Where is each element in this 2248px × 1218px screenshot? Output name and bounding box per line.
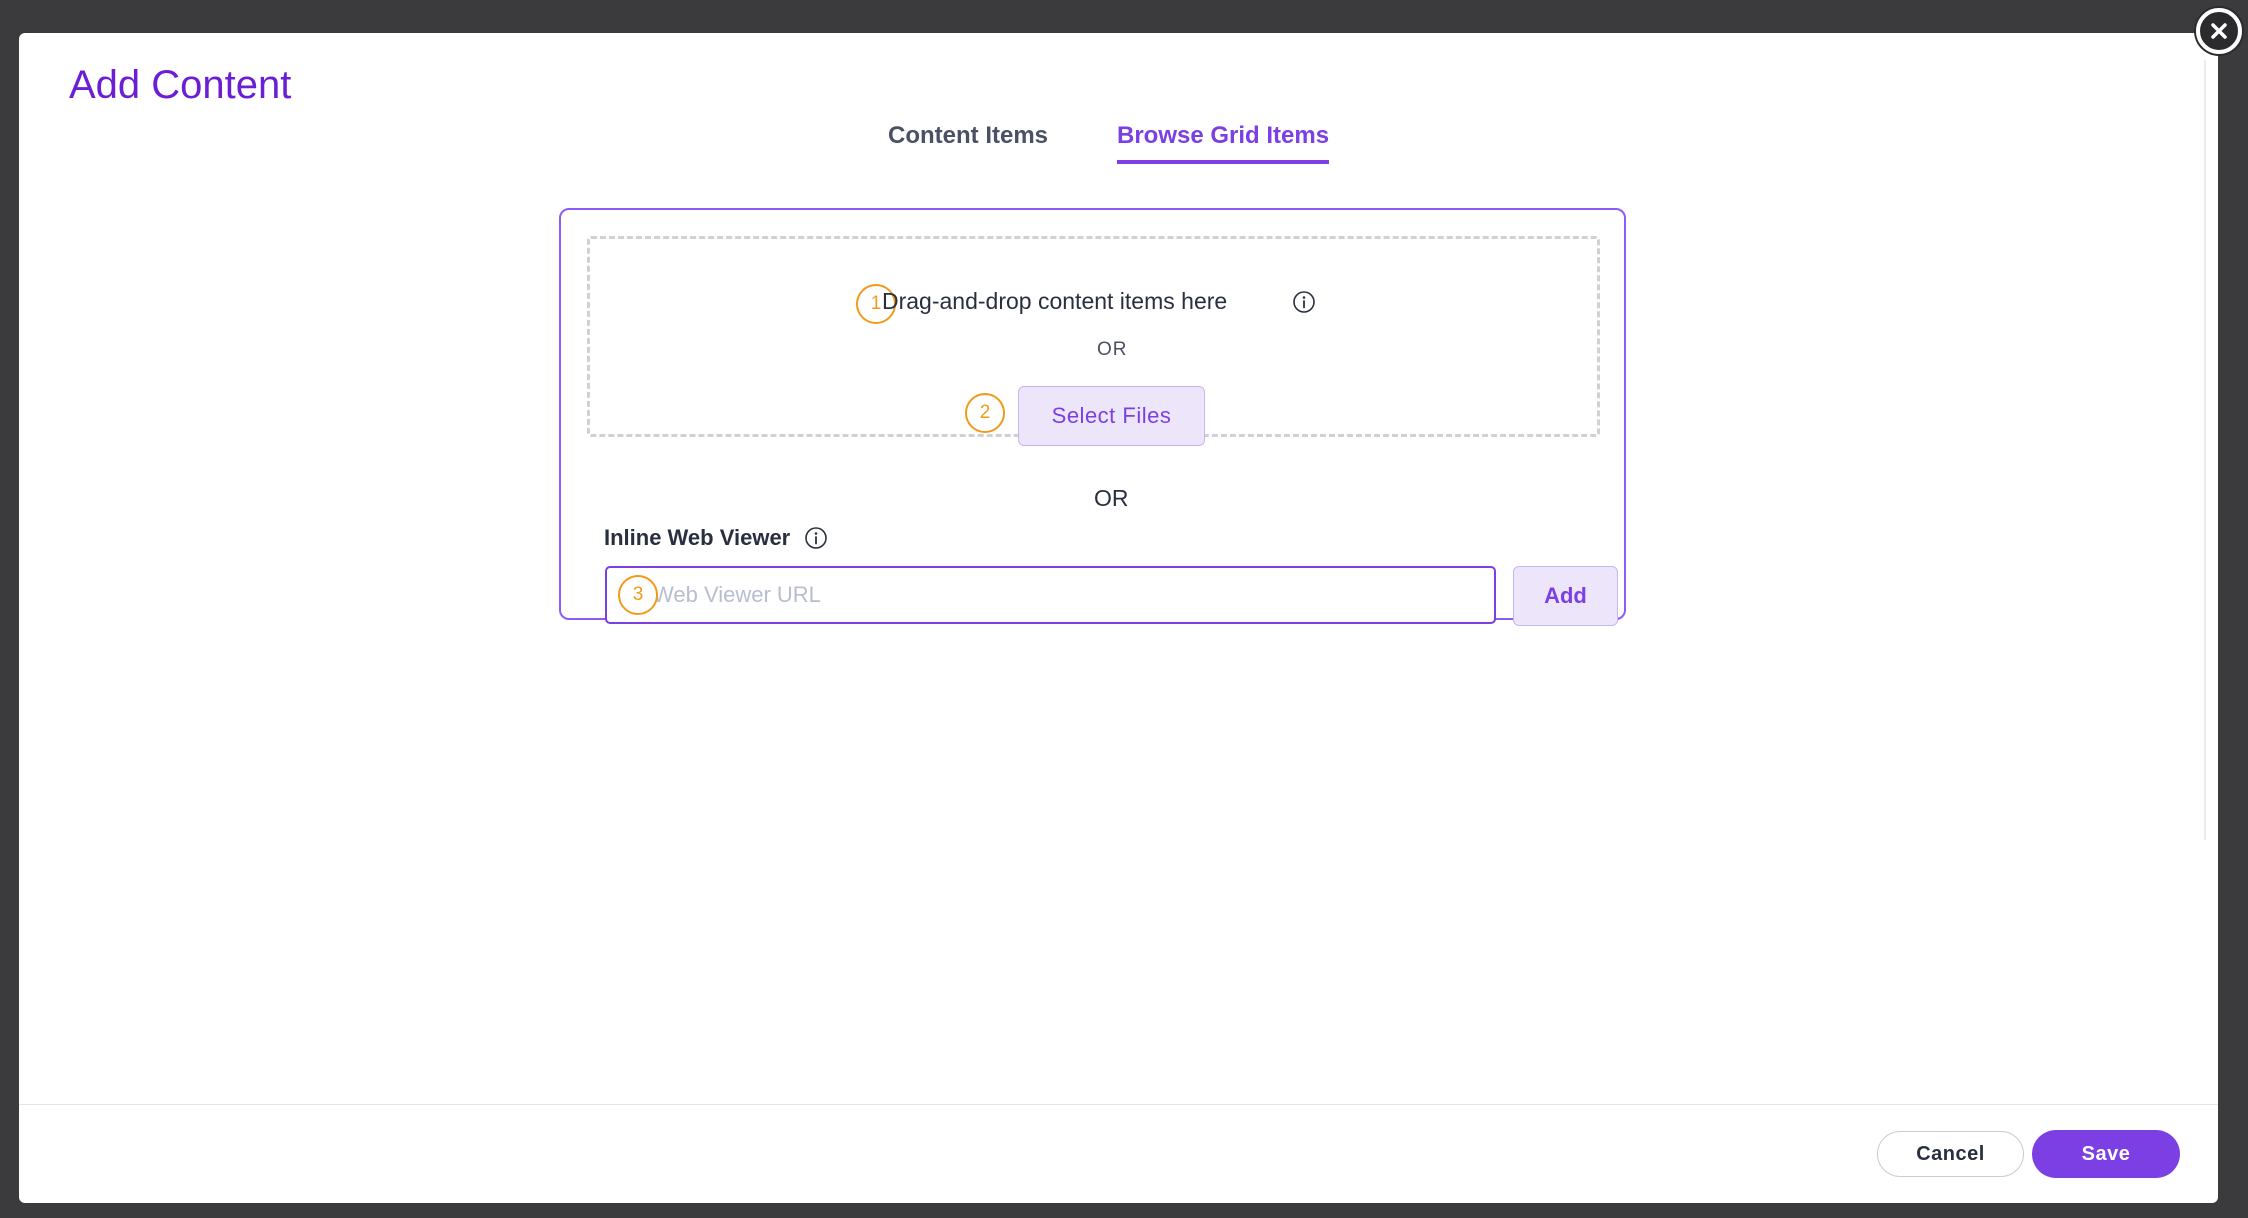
inline-web-viewer-label: Inline Web Viewer bbox=[604, 525, 791, 550]
add-url-button[interactable]: Add bbox=[1513, 566, 1618, 626]
step-marker-2: 2 bbox=[965, 393, 1005, 433]
tab-browse-grid-items[interactable]: Browse Grid Items bbox=[1117, 122, 1330, 164]
info-icon[interactable] bbox=[1292, 290, 1316, 314]
info-icon[interactable] bbox=[804, 526, 828, 550]
select-files-button[interactable]: Select Files bbox=[1018, 386, 1205, 446]
dropzone-or-label: OR bbox=[1097, 339, 1128, 360]
close-icon bbox=[2211, 23, 2227, 39]
footer-divider bbox=[19, 1104, 2218, 1105]
cancel-button[interactable]: Cancel bbox=[1877, 1131, 2024, 1177]
modal-title: Add Content bbox=[69, 63, 292, 107]
save-button[interactable]: Save bbox=[2032, 1130, 2180, 1178]
drop-instruction: Drag-and-drop content items here bbox=[882, 288, 1228, 314]
web-viewer-url-input[interactable] bbox=[605, 566, 1496, 624]
close-button[interactable] bbox=[2196, 8, 2242, 54]
separator-or-label: OR bbox=[1094, 485, 1129, 511]
tab-content-items[interactable]: Content Items bbox=[888, 122, 1048, 164]
scrollbar-track[interactable] bbox=[2204, 60, 2206, 840]
step-marker-3: 3 bbox=[618, 575, 658, 615]
